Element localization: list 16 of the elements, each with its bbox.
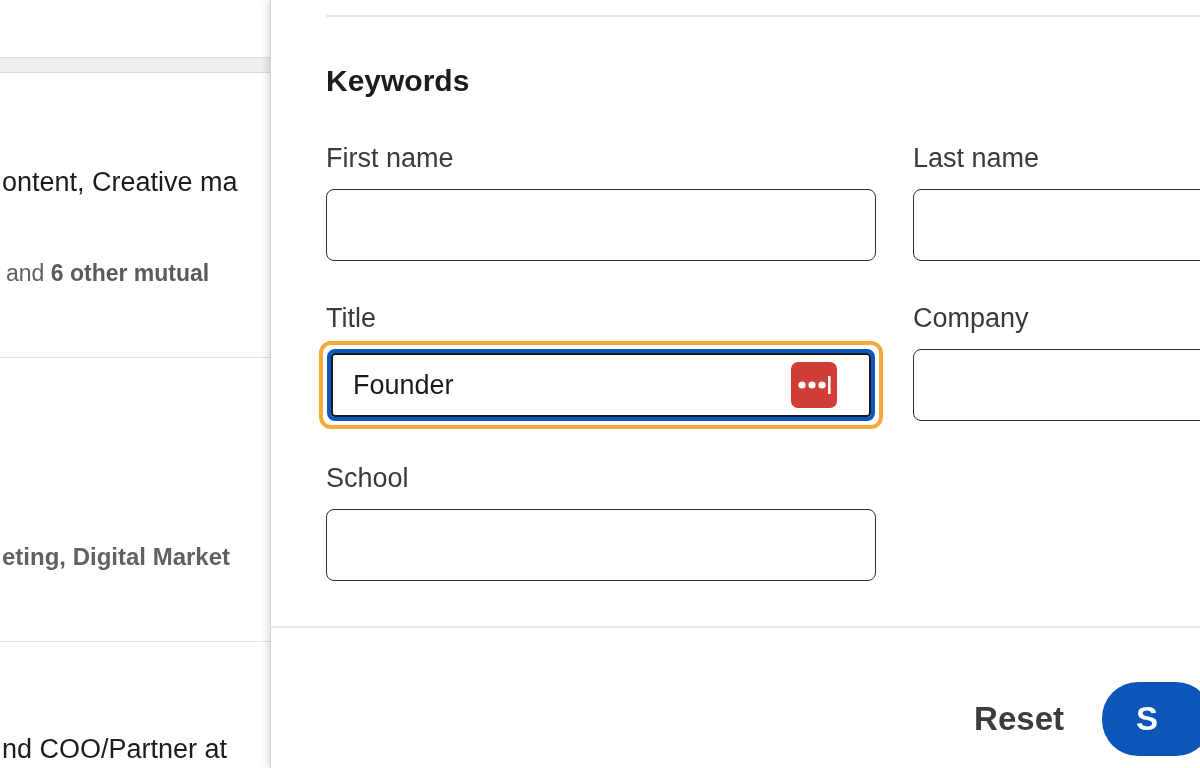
- result-summary: eting, Digital Market: [2, 543, 231, 571]
- input-field[interactable]: [326, 509, 876, 581]
- field-label: Last name: [913, 143, 1040, 173]
- field-label: Company: [913, 303, 1029, 333]
- password-manager-icon[interactable]: [791, 362, 837, 408]
- field-label: School: [326, 463, 409, 493]
- section-heading: Keywords: [326, 65, 471, 97]
- input-field[interactable]: Founder: [327, 349, 875, 421]
- reset-button[interactable]: Reset: [974, 700, 1064, 738]
- result-headline: nd COO/Partner at: [2, 734, 228, 765]
- field-label: Title: [326, 303, 376, 333]
- input-field[interactable]: [326, 189, 876, 261]
- mutual-connections-text: and 6 other mutual: [6, 260, 210, 287]
- field-label: First name: [326, 143, 454, 173]
- result-headline: ontent, Creative ma: [2, 167, 238, 198]
- submit-button[interactable]: S: [1102, 682, 1200, 756]
